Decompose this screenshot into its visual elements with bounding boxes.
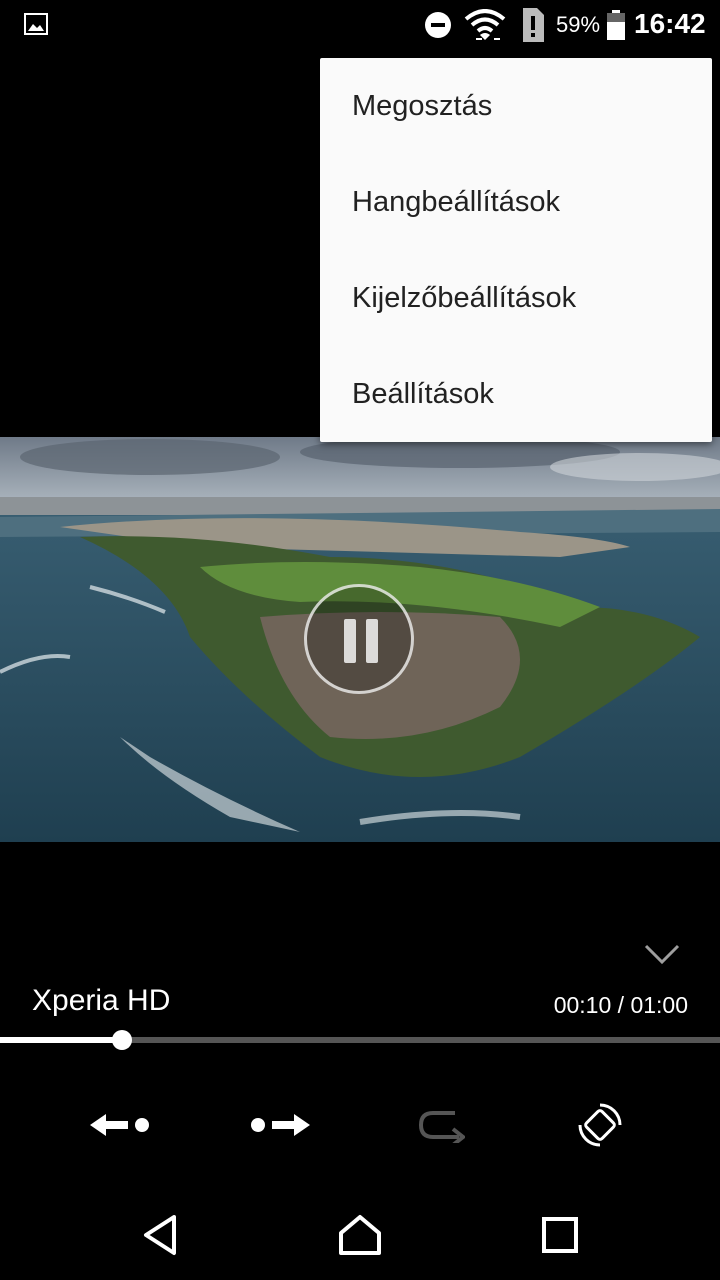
repeat-button[interactable] xyxy=(410,1100,470,1150)
recents-icon xyxy=(542,1217,578,1253)
seek-thumb[interactable] xyxy=(112,1030,133,1050)
overflow-menu: Megosztás Hangbeállítások Kijelzőbeállít… xyxy=(320,58,712,442)
gallery-icon xyxy=(24,13,48,35)
forward-icon xyxy=(251,1114,310,1136)
rewind-button[interactable] xyxy=(90,1100,150,1150)
duration: 01:00 xyxy=(630,992,688,1018)
timecode: 00:10 / 01:00 xyxy=(554,992,688,1019)
menu-item-settings[interactable]: Beállítások xyxy=(320,346,712,442)
home-button[interactable] xyxy=(330,1205,390,1265)
seek-bar-progress xyxy=(0,1037,123,1043)
menu-item-display-settings[interactable]: Kijelzőbeállítások xyxy=(320,250,712,346)
time-separator: / xyxy=(611,992,631,1018)
menu-item-share[interactable]: Megosztás xyxy=(320,58,712,154)
pause-button[interactable] xyxy=(304,584,414,694)
menu-item-sound-settings[interactable]: Hangbeállítások xyxy=(320,154,712,250)
clock: 16:42 xyxy=(634,8,706,39)
back-icon xyxy=(144,1215,176,1255)
do-not-disturb-icon xyxy=(424,11,452,44)
battery-percent: 59% xyxy=(556,12,601,37)
status-bar: 59% 16:42 xyxy=(0,0,720,50)
video-title: Xperia HD xyxy=(32,984,171,1017)
pause-icon xyxy=(344,619,356,663)
repeat-icon xyxy=(418,1111,465,1143)
collapse-icon[interactable] xyxy=(644,942,680,971)
battery-icon xyxy=(607,10,625,45)
rotate-button[interactable] xyxy=(570,1100,630,1150)
rotate-icon xyxy=(578,1103,622,1147)
rewind-icon xyxy=(90,1114,149,1136)
back-button[interactable] xyxy=(130,1205,190,1265)
seek-bar[interactable] xyxy=(0,1037,720,1043)
sim-alert-icon xyxy=(520,8,544,47)
recents-button[interactable] xyxy=(530,1205,590,1265)
home-icon xyxy=(339,1215,381,1255)
current-time: 00:10 xyxy=(553,992,612,1018)
forward-button[interactable] xyxy=(250,1100,310,1150)
wifi-icon xyxy=(464,9,506,48)
